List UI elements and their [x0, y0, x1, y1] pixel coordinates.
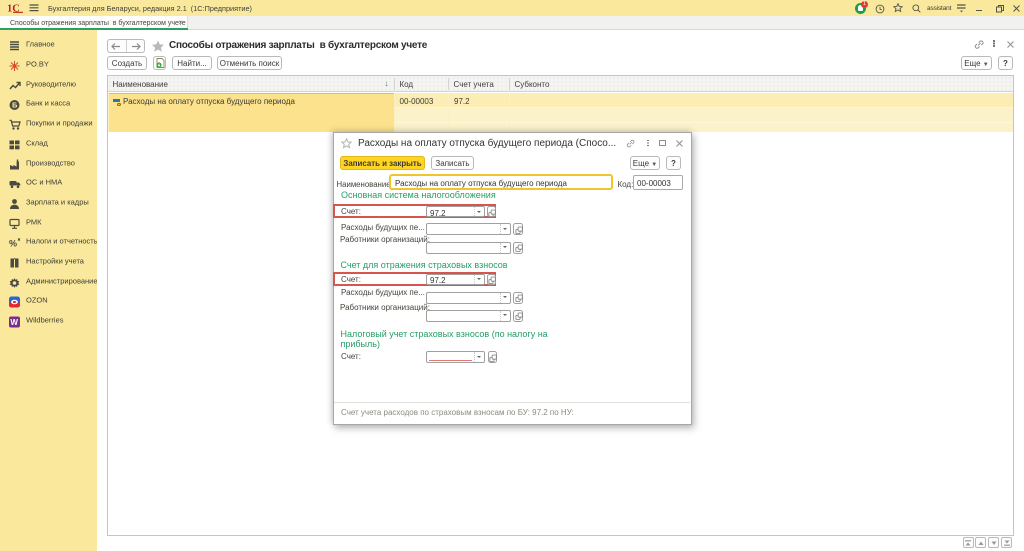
svg-text:W: W: [10, 318, 18, 327]
svg-text:Б: Б: [12, 101, 18, 110]
svg-text:%: %: [9, 239, 17, 249]
svg-text:С: С: [12, 4, 20, 13]
